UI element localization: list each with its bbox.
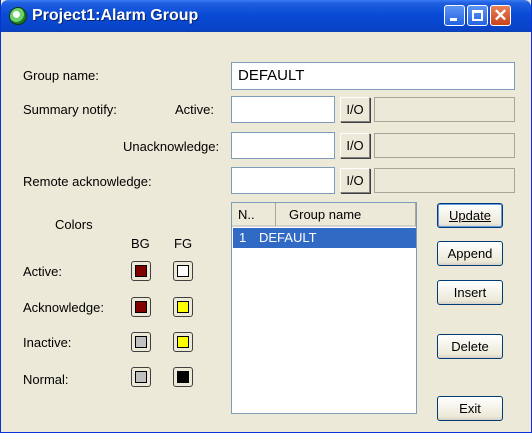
normal-bg-swatch[interactable] (131, 367, 151, 387)
append-button[interactable]: Append (437, 241, 503, 266)
unack-io-button[interactable]: I/O (340, 133, 370, 158)
minimize-icon (450, 18, 457, 21)
active-io-button[interactable]: I/O (340, 97, 370, 122)
list-item-number: 1 (239, 230, 247, 245)
list-header-number[interactable]: N.. (232, 203, 276, 227)
active-notify-input[interactable] (231, 96, 335, 123)
active-notify-label: Active: (175, 102, 215, 117)
acknowledge-fg-swatch[interactable] (173, 297, 193, 317)
color-row-normal-label: Normal: (23, 372, 69, 387)
inactive-fg-color (177, 336, 189, 348)
exit-button[interactable]: Exit (437, 396, 503, 421)
close-button[interactable]: ✕ (490, 5, 511, 26)
inactive-fg-swatch[interactable] (173, 332, 193, 352)
title-bar[interactable]: Project1:Alarm Group ✕ (1, 0, 531, 32)
acknowledge-bg-color (135, 301, 147, 313)
normal-fg-swatch[interactable] (173, 367, 193, 387)
app-icon (9, 7, 27, 25)
acknowledge-bg-swatch[interactable] (131, 297, 151, 317)
update-label: Update (449, 208, 491, 223)
unack-notify-input[interactable] (231, 132, 335, 159)
inactive-bg-color (135, 336, 147, 348)
active-io-display (374, 97, 515, 122)
acknowledge-fg-color (177, 301, 189, 313)
remote-ack-io-button[interactable]: I/O (340, 168, 370, 193)
unack-io-display (374, 133, 515, 158)
list-header-group-name[interactable]: Group name (276, 203, 416, 227)
update-button[interactable]: Update (437, 203, 503, 228)
color-row-inactive-label: Inactive: (23, 335, 72, 350)
remote-ack-label: Remote acknowledge: (23, 174, 152, 189)
list-item-name: DEFAULT (259, 230, 317, 245)
group-name-label: Group name: (23, 68, 99, 83)
alarm-group-dialog: Project1:Alarm Group ✕ Group name: DEFAU… (0, 0, 532, 433)
bg-column-header: BG (131, 236, 150, 251)
normal-bg-color (135, 371, 147, 383)
window-title: Project1:Alarm Group (32, 7, 199, 24)
fg-column-header: FG (174, 236, 193, 251)
color-row-acknowledge-label: Acknowledge: (23, 300, 104, 315)
inactive-bg-swatch[interactable] (131, 332, 151, 352)
delete-button[interactable]: Delete (437, 334, 503, 359)
active-bg-swatch[interactable] (131, 261, 151, 281)
unack-notify-label: Unacknowledge: (123, 139, 220, 154)
active-bg-color (135, 265, 147, 277)
list-item[interactable]: 1 DEFAULT (233, 228, 416, 248)
insert-button[interactable]: Insert (437, 280, 503, 305)
color-row-active-label: Active: (23, 264, 63, 279)
group-list[interactable]: N.. Group name 1 DEFAULT (231, 202, 417, 414)
remote-ack-io-display (374, 168, 515, 193)
maximize-button[interactable] (467, 5, 488, 26)
normal-fg-color (177, 371, 189, 383)
active-fg-swatch[interactable] (173, 261, 193, 281)
colors-heading: Colors (55, 217, 93, 232)
summary-notify-label: Summary notify: (23, 102, 117, 117)
group-name-input[interactable]: DEFAULT (231, 62, 515, 90)
remote-ack-input[interactable] (231, 167, 335, 194)
maximize-icon (472, 10, 483, 21)
close-icon: ✕ (493, 6, 508, 25)
active-fg-color (177, 265, 189, 277)
minimize-button[interactable] (444, 5, 465, 26)
